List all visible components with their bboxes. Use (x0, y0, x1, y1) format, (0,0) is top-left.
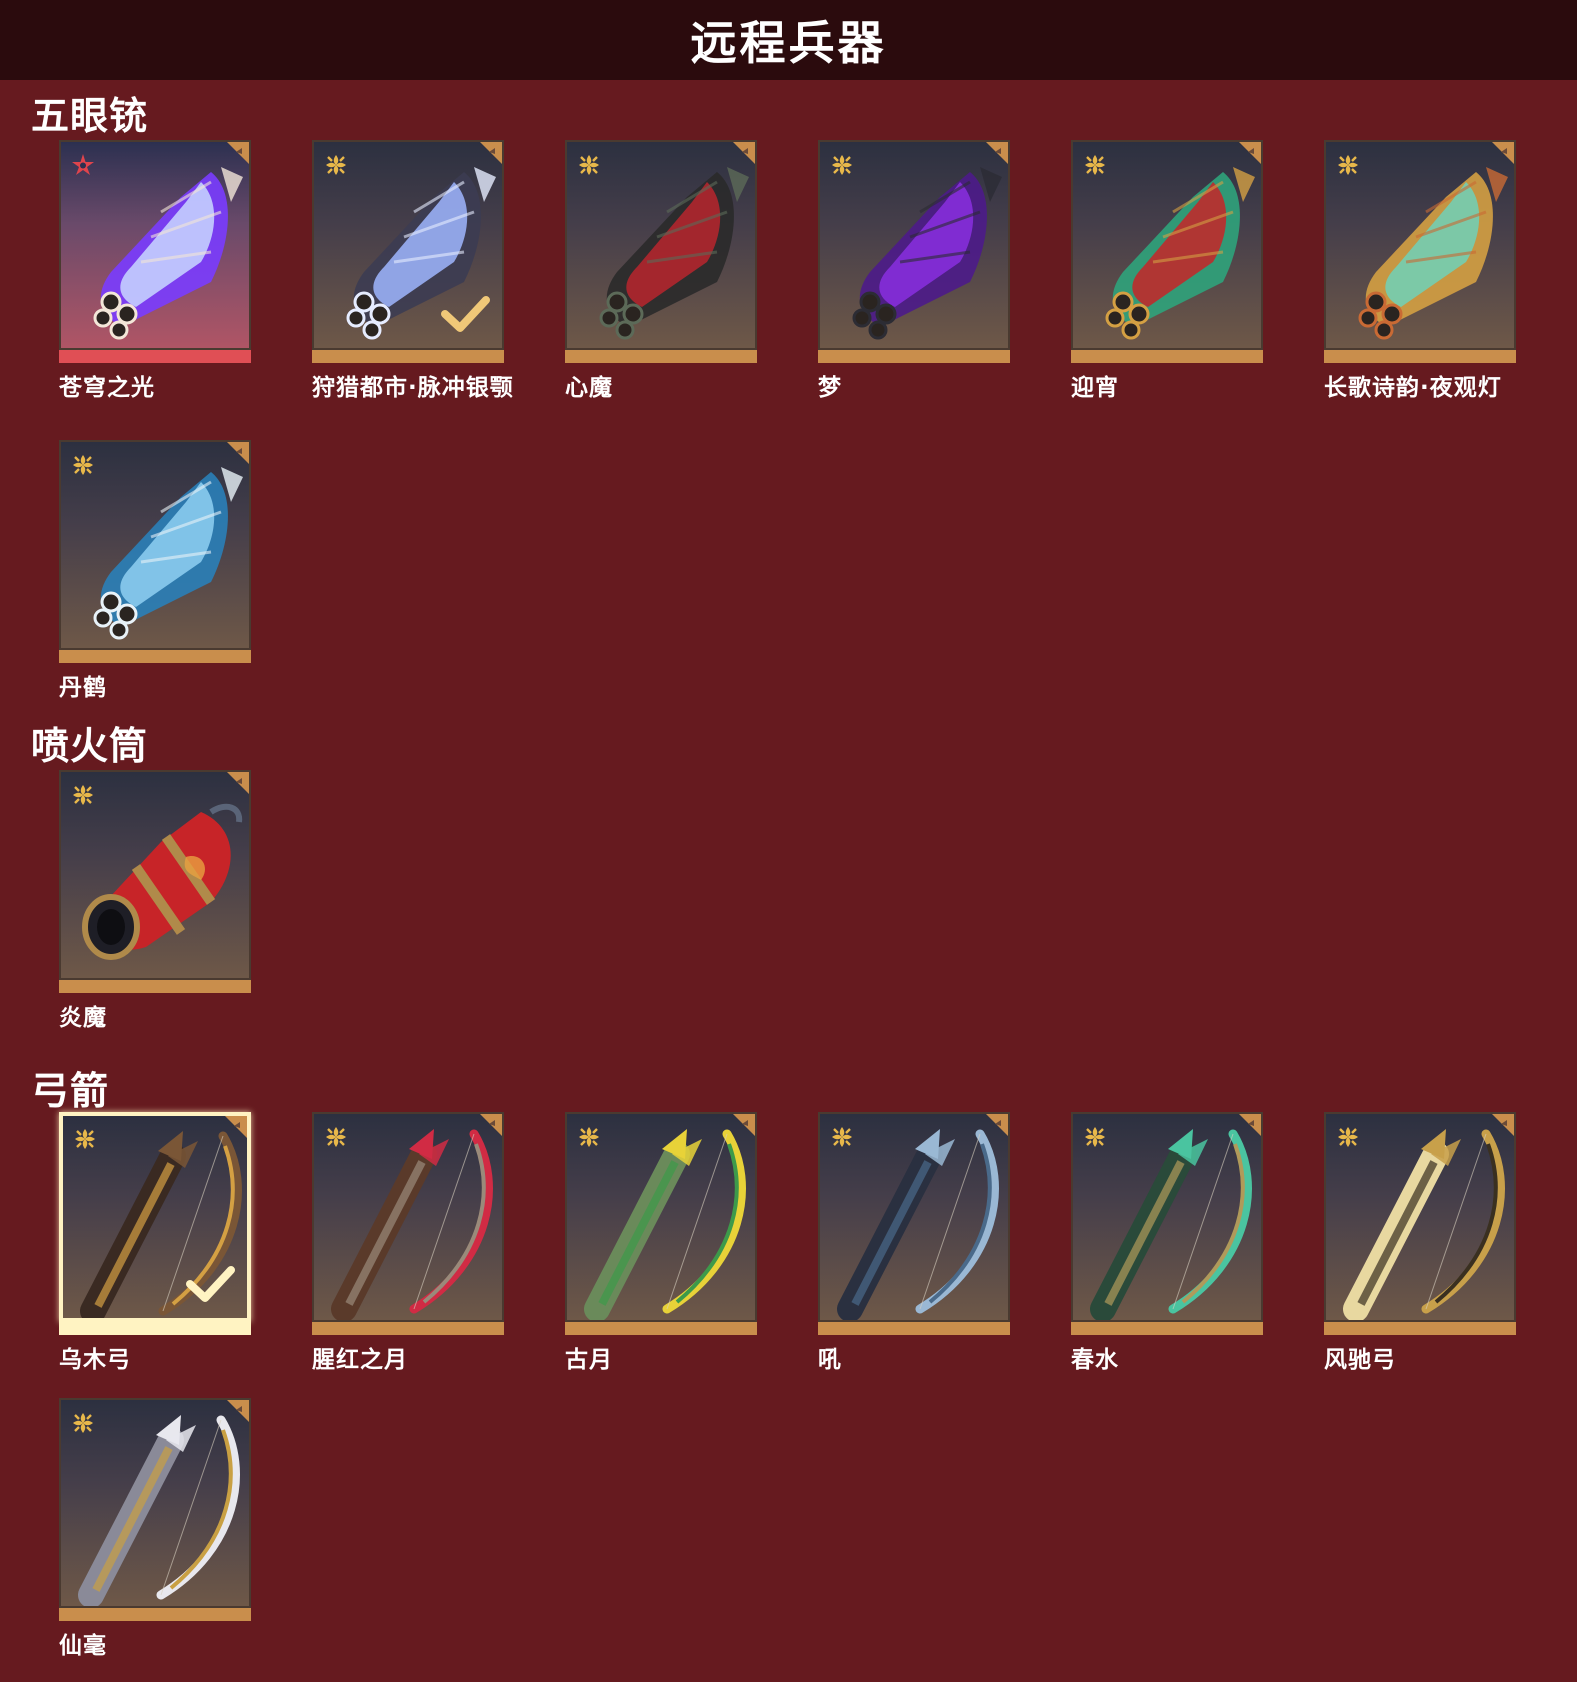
corner-tab-icon (1492, 1114, 1514, 1136)
weapon-name: 迎宵 (1071, 375, 1119, 401)
corner-tab-icon (986, 142, 1008, 164)
weapon-card[interactable]: 梦 (818, 140, 1010, 401)
corner-tab-icon (227, 142, 249, 164)
weapon-card[interactable]: 苍穹之光 (59, 140, 251, 401)
rarity-bar (59, 1608, 251, 1621)
weapon-name: 仙毫 (59, 1633, 107, 1659)
section-title: 五眼铳 (31, 94, 149, 138)
weapon-thumbnail (565, 1112, 757, 1322)
weapon-thumbnail (59, 770, 251, 980)
weapon-thumbnail (818, 140, 1010, 350)
weapon-thumbnail (1071, 140, 1263, 350)
check-mark-icon (186, 1266, 235, 1302)
rarity-bar (1071, 1322, 1263, 1335)
gold-flower-icon (830, 153, 854, 177)
gold-flower-icon (1083, 153, 1107, 177)
weapon-name: 狩猎都市·脉冲银颚 (312, 375, 514, 401)
rarity-bar (1071, 350, 1263, 363)
weapon-thumbnail (59, 440, 251, 650)
weapon-name: 吼 (818, 1347, 842, 1373)
weapon-name: 苍穹之光 (59, 375, 155, 401)
weapon-card[interactable]: 腥红之月 (312, 1112, 504, 1373)
weapon-card[interactable]: 迎宵 (1071, 140, 1263, 401)
section-title: 弓箭 (31, 1069, 110, 1113)
corner-tab-icon (225, 1116, 247, 1138)
red-star-flower-icon (72, 154, 94, 175)
gold-flower-icon (577, 1125, 601, 1149)
weapon-name: 炎魔 (59, 1005, 107, 1031)
weapon-thumbnail (1071, 1112, 1263, 1322)
rarity-bar (1324, 1322, 1516, 1335)
weapon-card[interactable]: 狩猎都市·脉冲银颚 (312, 140, 513, 401)
weapon-thumbnail (312, 1112, 504, 1322)
header-bar: 远程兵器 (0, 0, 1577, 80)
gold-flower-icon (830, 1125, 854, 1149)
weapon-name: 梦 (818, 375, 842, 401)
corner-tab-icon (480, 1114, 502, 1136)
weapon-name: 长歌诗韵·夜观灯 (1324, 375, 1502, 401)
weapon-card[interactable]: 春水 (1071, 1112, 1263, 1373)
weapon-thumbnail (818, 1112, 1010, 1322)
weapon-thumbnail (59, 140, 251, 350)
corner-tab-icon (1239, 142, 1261, 164)
rarity-bar (59, 980, 251, 993)
weapon-name: 丹鹤 (59, 675, 107, 701)
corner-tab-icon (1492, 142, 1514, 164)
weapon-name: 风驰弓 (1324, 1347, 1396, 1373)
weapon-card[interactable]: 丹鹤 (59, 440, 251, 701)
section-title: 喷火筒 (31, 724, 149, 768)
corner-tab-icon (1239, 1114, 1261, 1136)
weapon-thumbnail (565, 140, 757, 350)
weapon-thumbnail (59, 1398, 251, 1608)
weapon-card[interactable]: 风驰弓 (1324, 1112, 1516, 1373)
weapon-name: 乌木弓 (59, 1347, 131, 1373)
corner-tab-icon (480, 142, 502, 164)
weapon-thumbnail (59, 1112, 251, 1322)
check-mark-icon (441, 296, 490, 332)
corner-tab-icon (733, 1114, 755, 1136)
gold-flower-icon (324, 153, 348, 177)
gold-flower-icon (577, 153, 601, 177)
weapon-card[interactable]: 仙毫 (59, 1398, 251, 1659)
weapon-card[interactable]: 乌木弓 (59, 1112, 251, 1373)
weapon-thumbnail (1324, 1112, 1516, 1322)
gold-flower-icon (71, 1411, 95, 1435)
gold-flower-icon (1336, 153, 1360, 177)
rarity-bar (565, 1322, 757, 1335)
weapon-card[interactable]: 心魔 (565, 140, 757, 401)
weapon-thumbnail (312, 140, 504, 350)
gold-flower-icon (1336, 1125, 1360, 1149)
page-title: 远程兵器 (690, 16, 887, 70)
rarity-bar (565, 350, 757, 363)
rarity-bar (59, 650, 251, 663)
weapon-name: 古月 (565, 1347, 613, 1373)
corner-tab-icon (227, 442, 249, 464)
weapon-thumbnail (1324, 140, 1516, 350)
weapon-card[interactable]: 长歌诗韵·夜观灯 (1324, 140, 1516, 401)
corner-tab-icon (986, 1114, 1008, 1136)
weapon-name: 心魔 (565, 375, 613, 401)
gold-flower-icon (1083, 1125, 1107, 1149)
gold-flower-icon (71, 453, 95, 477)
weapon-name: 春水 (1071, 1347, 1119, 1373)
rarity-bar (312, 1322, 504, 1335)
corner-tab-icon (227, 1400, 249, 1422)
weapon-name: 腥红之月 (312, 1347, 408, 1373)
rarity-bar (59, 1322, 251, 1335)
rarity-bar (312, 350, 504, 363)
rarity-bar (818, 1322, 1010, 1335)
rarity-bar (59, 350, 251, 363)
corner-tab-icon (227, 772, 249, 794)
weapon-card[interactable]: 吼 (818, 1112, 1010, 1373)
rarity-bar (818, 350, 1010, 363)
corner-tab-icon (733, 142, 755, 164)
rarity-bar (1324, 350, 1516, 363)
weapon-card[interactable]: 古月 (565, 1112, 757, 1373)
gold-flower-icon (324, 1125, 348, 1149)
weapon-card[interactable]: 炎魔 (59, 770, 251, 1031)
gold-flower-icon (71, 783, 95, 807)
gold-flower-icon (73, 1127, 97, 1151)
